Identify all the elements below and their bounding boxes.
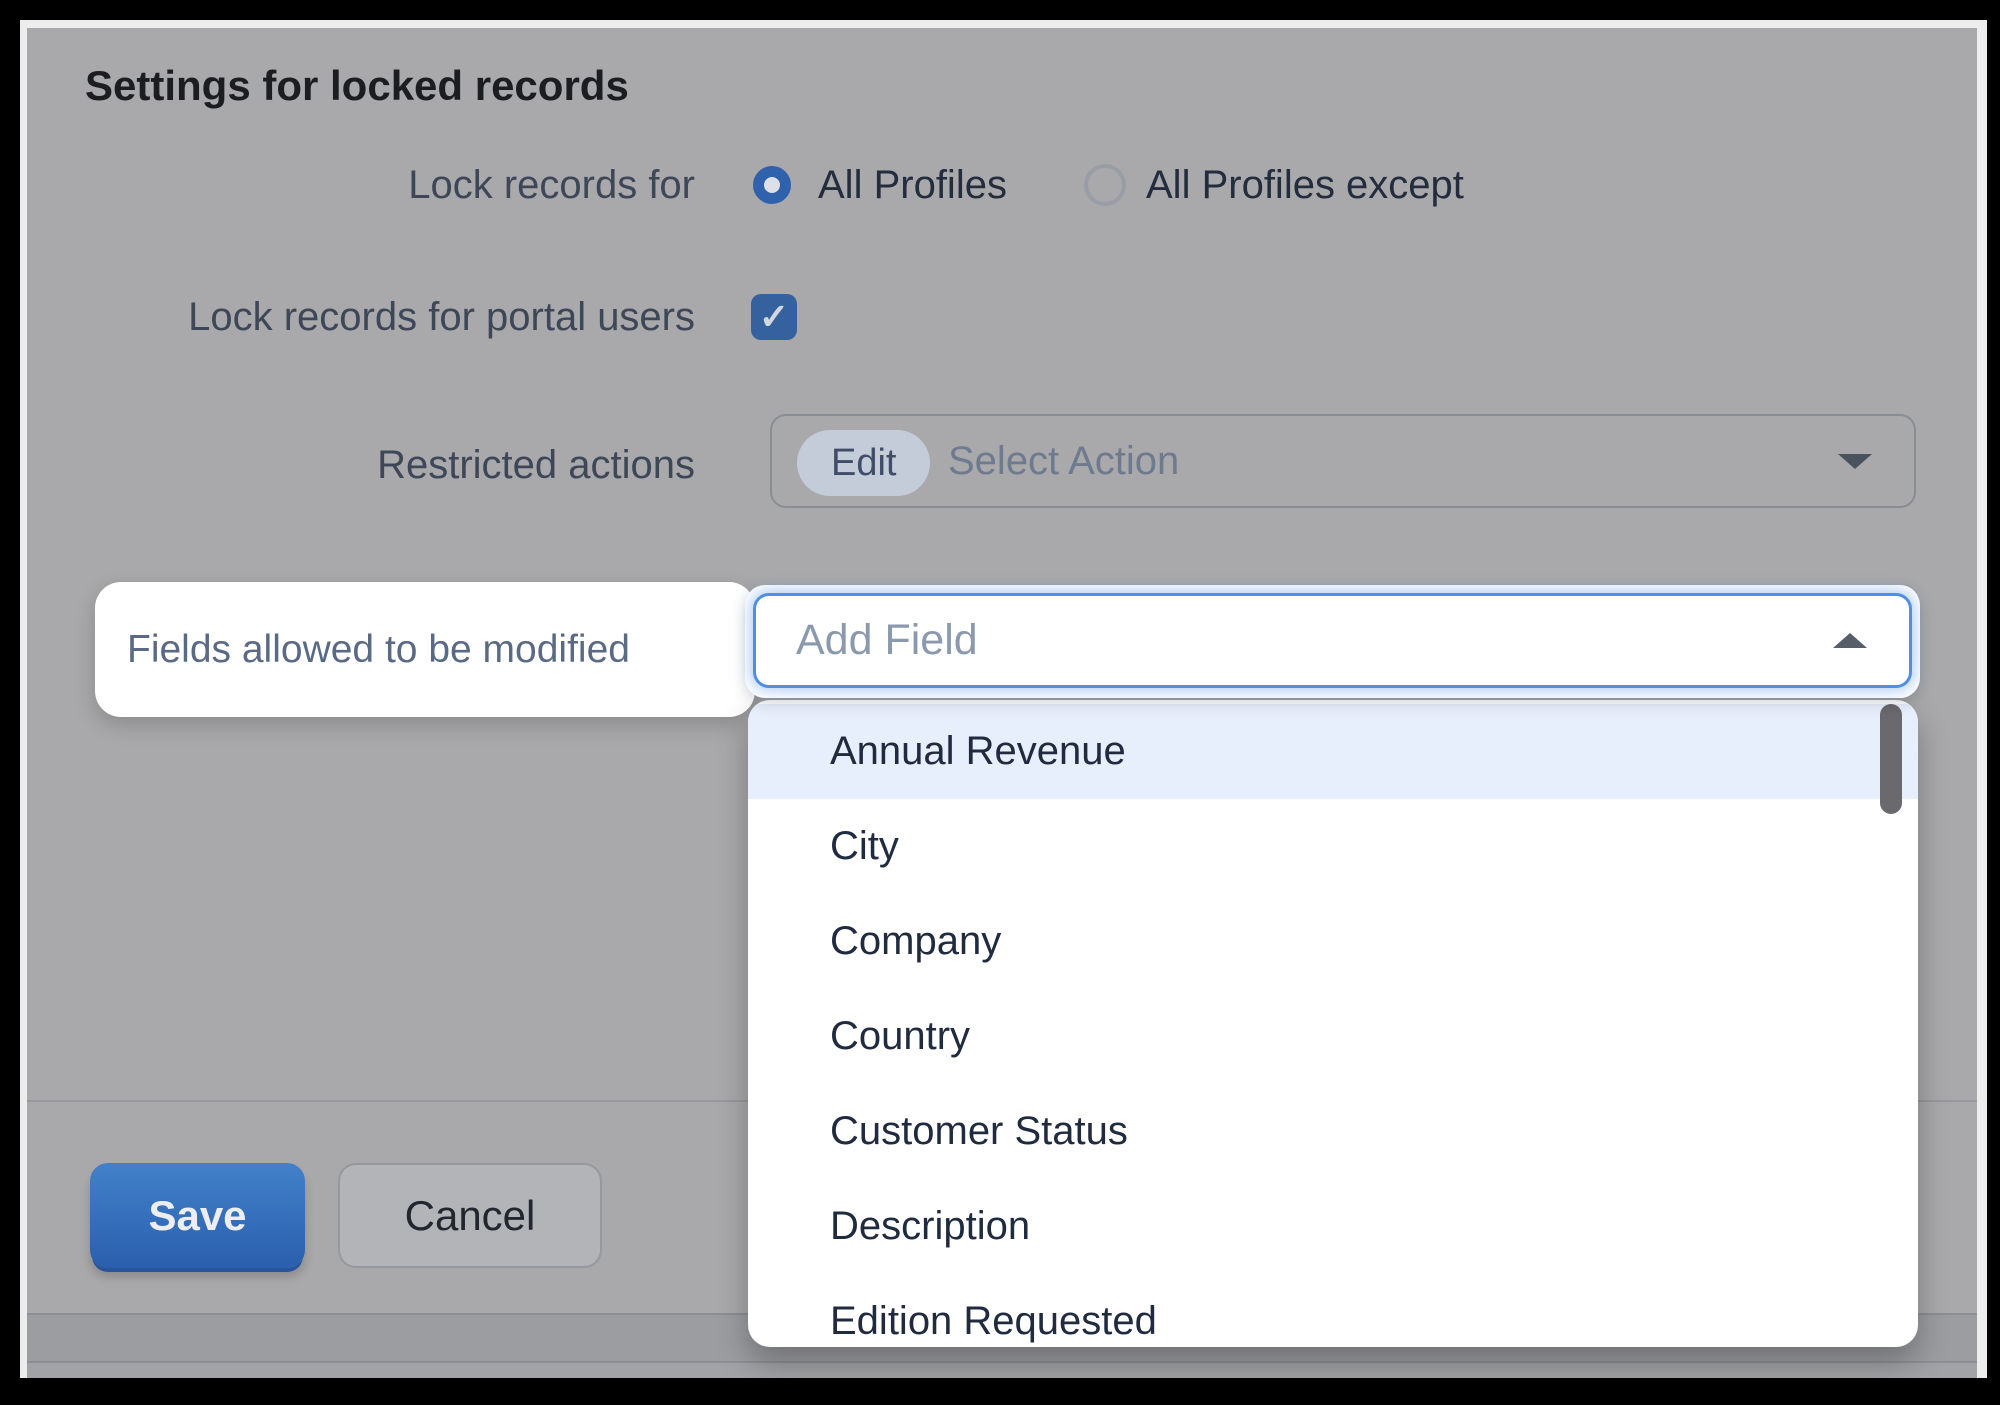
screenshot-frame: Settings for locked records Lock records… [0,0,2000,1405]
fields-allowed-label: Fields allowed to be modified [127,582,630,717]
dropdown-option[interactable]: Description [748,1179,1918,1274]
dropdown-option[interactable]: Customer Status [748,1084,1918,1179]
dropdown-option[interactable]: Company [748,894,1918,989]
lock-records-for-label: Lock records for [90,161,695,209]
dropdown-option[interactable]: Country [748,989,1918,1084]
page-title: Settings for locked records [85,62,629,110]
cancel-button[interactable]: Cancel [338,1163,602,1268]
restricted-actions-placeholder: Select Action [948,416,1179,506]
edit-chip[interactable]: Edit [797,430,930,496]
bottom-bar-lower [27,1361,1977,1378]
add-field-input[interactable]: Add Field [753,593,1912,688]
radio-selected-icon[interactable] [753,166,791,204]
radio-all-profiles-except-label: All Profiles except [1146,163,1464,208]
portal-users-label: Lock records for portal users [90,293,695,341]
restricted-actions-select[interactable]: Edit Select Action [770,414,1916,508]
save-button[interactable]: Save [90,1163,305,1268]
radio-all-profiles-label: All Profiles [818,163,1007,208]
add-field-combobox[interactable]: Add Field [745,585,1920,698]
radio-all-profiles[interactable]: All Profiles [753,160,1007,210]
portal-users-checkbox[interactable] [751,294,797,340]
fields-allowed-row-spotlight: Fields allowed to be modified [95,582,755,717]
field-options-dropdown: Annual Revenue City Company Country Cust… [748,700,1918,1347]
chevron-down-icon[interactable] [1838,454,1872,469]
dropdown-option[interactable]: Edition Requested [748,1274,1918,1347]
restricted-actions-label: Restricted actions [90,441,695,489]
dropdown-option[interactable]: Annual Revenue [748,704,1918,799]
chevron-up-icon[interactable] [1833,633,1867,648]
radio-unselected-icon[interactable] [1084,164,1126,206]
dropdown-scrollbar-thumb[interactable] [1880,704,1902,814]
checkmark-icon [759,299,789,335]
dropdown-option[interactable]: City [748,799,1918,894]
add-field-placeholder: Add Field [796,596,978,685]
radio-all-profiles-except[interactable]: All Profiles except [1084,160,1464,210]
